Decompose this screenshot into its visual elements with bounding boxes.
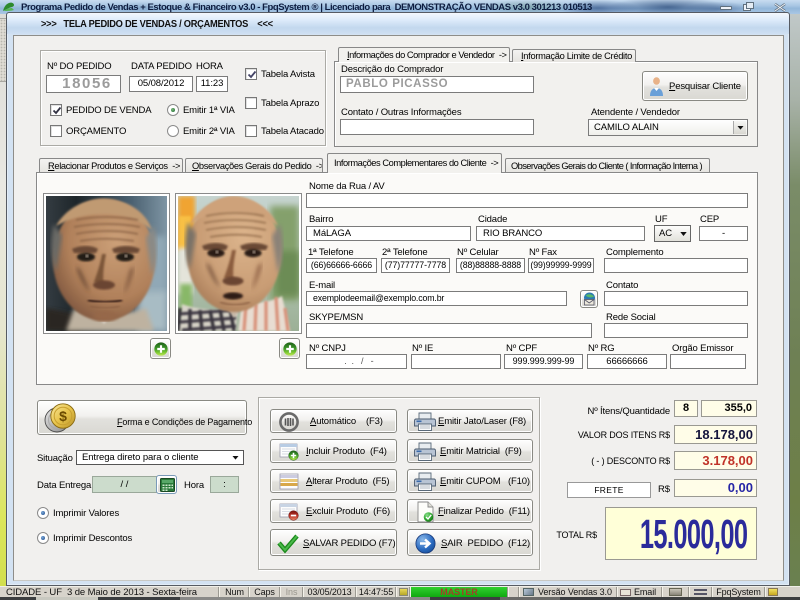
svg-text:$: $ — [59, 408, 67, 424]
